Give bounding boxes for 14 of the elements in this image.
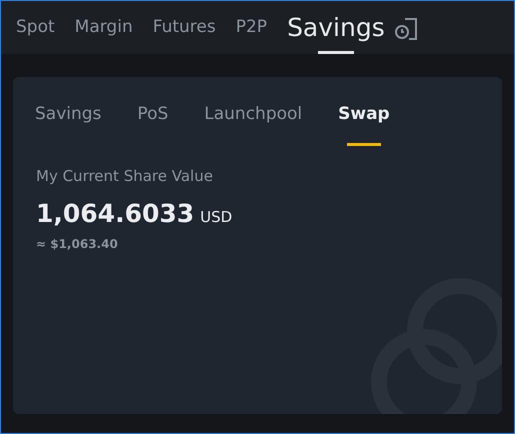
- savings-tab[interactable]: Savings: [35, 102, 102, 146]
- top-tab[interactable]: Futures: [152, 1, 216, 54]
- history-icon[interactable]: [392, 17, 419, 41]
- savings-tab[interactable]: Swap: [338, 102, 390, 146]
- top-tab[interactable]: Margin: [74, 1, 133, 54]
- savings-tab[interactable]: PoS: [137, 102, 168, 146]
- currency-label: USD: [200, 207, 232, 228]
- top-tab[interactable]: Savings: [287, 1, 385, 54]
- top-tab[interactable]: P2P: [236, 1, 268, 54]
- share-value-label: My Current Share Value: [36, 166, 214, 186]
- top-tab[interactable]: Spot: [16, 1, 55, 54]
- savings-tab[interactable]: Launchpool: [204, 102, 302, 146]
- approx-value: ≈ $1,063.40: [36, 236, 119, 252]
- share-amount: 1,064.6033: [36, 198, 194, 230]
